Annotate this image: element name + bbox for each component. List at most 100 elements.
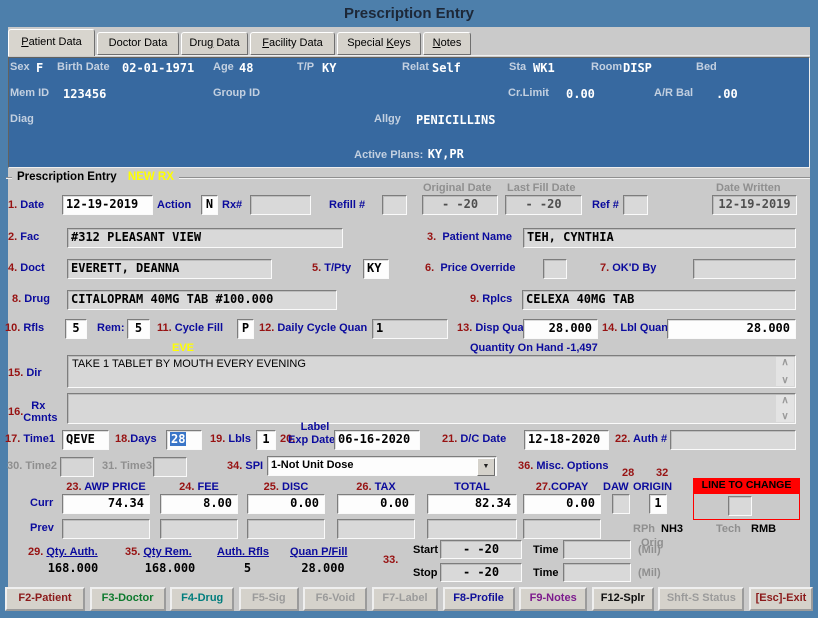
curr-fee-field[interactable]: 8.00 bbox=[160, 494, 238, 514]
group-id-label: Group ID bbox=[213, 87, 261, 99]
label-text: Daily Cycle Quan bbox=[277, 322, 368, 334]
age-value: 48 bbox=[239, 61, 254, 75]
start-date-field[interactable]: - -20 bbox=[440, 540, 522, 559]
stop-time-field[interactable] bbox=[563, 563, 631, 582]
label-text: COPAY bbox=[551, 481, 589, 493]
f8-profile-button[interactable]: F8-Profile bbox=[442, 587, 515, 611]
field-number: 34. bbox=[227, 460, 243, 472]
labels-count-field[interactable]: 1 bbox=[256, 430, 276, 450]
field-number: 2. bbox=[8, 231, 18, 243]
cycle-fill-field[interactable]: P bbox=[237, 319, 254, 339]
sex-value: F bbox=[36, 61, 44, 75]
sta-label: Sta bbox=[509, 61, 527, 73]
quan-pfill-label: Quan P/Fill bbox=[290, 546, 347, 558]
spi-dropdown[interactable]: 1-Not Unit Dose ▼ bbox=[267, 456, 497, 476]
label-exp-date-line1: Label bbox=[300, 421, 330, 433]
window-title: Prescription Entry bbox=[343, 5, 475, 22]
tab-patient-data[interactable]: Patient Data bbox=[8, 29, 95, 56]
label-text: Time2 bbox=[25, 460, 57, 472]
okd-by-field[interactable] bbox=[693, 259, 796, 279]
tab-facility-data[interactable]: Facility Data bbox=[250, 32, 335, 55]
start-time-field[interactable] bbox=[563, 540, 631, 559]
f2-patient-button[interactable]: F2-Patient bbox=[5, 587, 85, 611]
price-override-field[interactable] bbox=[543, 259, 567, 279]
tech-value: RMB bbox=[751, 523, 777, 535]
birth-date-value: 02-01-1971 bbox=[122, 61, 195, 75]
replaces-field[interactable]: CELEXA 40MG TAB bbox=[522, 290, 796, 310]
groupbox-label: Prescription Entry NEW RX bbox=[12, 171, 179, 183]
directions-textarea[interactable]: TAKE 1 TABLET BY MOUTH EVERY EVENING ∧ ∨ bbox=[67, 355, 796, 388]
tab-drug-data[interactable]: Drug Data bbox=[181, 32, 248, 55]
stop-date-field[interactable]: - -20 bbox=[440, 563, 522, 582]
prev-awp-field bbox=[62, 519, 150, 539]
label-text: Price Override bbox=[440, 262, 516, 274]
disp-quan-field[interactable]: 28.000 bbox=[523, 319, 598, 339]
label-text: Doct bbox=[20, 262, 45, 274]
curr-total-field[interactable]: 82.34 bbox=[427, 494, 517, 514]
daw-header: DAW bbox=[603, 481, 629, 493]
f12-splr-button[interactable]: F12-Splr bbox=[591, 587, 654, 611]
action-field[interactable]: N bbox=[201, 195, 218, 215]
ref-number-field[interactable] bbox=[623, 195, 648, 215]
f6-void-button: F6-Void bbox=[303, 587, 368, 611]
esc-exit-button[interactable]: [Esc]-Exit bbox=[748, 587, 813, 611]
days-field[interactable]: 28 bbox=[166, 430, 202, 450]
auth-number-field[interactable] bbox=[670, 430, 796, 450]
origin-field[interactable]: 1 bbox=[649, 494, 667, 514]
tab-doctor-data[interactable]: Doctor Data bbox=[97, 32, 179, 55]
field-22-auth-label: 22. Auth # bbox=[615, 433, 667, 445]
tab-label-post: otes bbox=[440, 37, 462, 49]
field-number: 27. bbox=[535, 481, 551, 493]
field-number: 22. bbox=[615, 433, 631, 445]
time1-field[interactable]: QEVE bbox=[62, 430, 109, 450]
f9-notes-button[interactable]: F9-Notes bbox=[519, 587, 588, 611]
scroll-down-icon[interactable]: ∨ bbox=[781, 411, 788, 422]
curr-tax-field[interactable]: 0.00 bbox=[337, 494, 415, 514]
drug-field[interactable]: CITALOPRAM 40MG TAB #100.000 bbox=[67, 290, 337, 310]
curr-disc-field[interactable]: 0.00 bbox=[247, 494, 325, 514]
curr-copay-field[interactable]: 0.00 bbox=[523, 494, 601, 514]
scroll-up-icon[interactable]: ∧ bbox=[781, 357, 788, 368]
rem-field[interactable]: 5 bbox=[127, 319, 150, 339]
auth-rfls-label: Auth. Rfls bbox=[217, 546, 269, 558]
field-number: 13. bbox=[457, 322, 473, 334]
field-2-fac-label: 2. Fac bbox=[8, 231, 39, 243]
label-exp-date-field[interactable]: 06-16-2020 bbox=[334, 430, 420, 450]
field-8-drug-label: 8. Drug bbox=[12, 293, 50, 305]
scroll-down-icon[interactable]: ∨ bbox=[781, 375, 788, 386]
rx-comments-textarea[interactable]: ∧ ∨ bbox=[67, 393, 796, 424]
tab-label-mnemonic: P bbox=[21, 36, 29, 48]
scroll-up-icon[interactable]: ∧ bbox=[781, 395, 788, 406]
dc-date-field[interactable]: 12-18-2020 bbox=[524, 430, 609, 450]
line-to-change-field[interactable] bbox=[728, 496, 752, 516]
refill-number-field[interactable] bbox=[382, 195, 407, 215]
allergy-value: PENICILLINS bbox=[416, 113, 496, 127]
stop-mil-label: (Mil) bbox=[638, 567, 661, 579]
ar-bal-label: A/R Bal bbox=[654, 87, 694, 99]
action-label: Action bbox=[157, 199, 192, 211]
date-field[interactable]: 12-19-2019 bbox=[62, 195, 153, 215]
refills-field[interactable]: 5 bbox=[65, 319, 87, 339]
label-text: Misc. Options bbox=[536, 460, 609, 472]
prev-disc-field bbox=[247, 519, 325, 539]
tab-notes[interactable]: Notes bbox=[423, 32, 471, 55]
field-number: 32 bbox=[656, 467, 669, 479]
refill-number-label: Refill # bbox=[329, 199, 366, 211]
dropdown-arrow-icon[interactable]: ▼ bbox=[477, 458, 495, 476]
patient-name-field[interactable]: TEH, CYNTHIA bbox=[523, 228, 796, 248]
facility-field[interactable]: #312 PLEASANT VIEW bbox=[67, 228, 343, 248]
directions-scrollbar[interactable]: ∧ ∨ bbox=[776, 357, 794, 386]
daily-cycle-quan-field[interactable]: 1 bbox=[372, 319, 448, 339]
daw-field[interactable] bbox=[612, 494, 630, 514]
f4-drug-button[interactable]: F4-Drug bbox=[170, 587, 235, 611]
curr-awp-field[interactable]: 74.34 bbox=[62, 494, 150, 514]
f3-doctor-button[interactable]: F3-Doctor bbox=[89, 587, 166, 611]
lbl-quan-field[interactable]: 28.000 bbox=[667, 319, 796, 339]
tpty-field[interactable]: KY bbox=[363, 259, 389, 279]
rx-comments-scrollbar[interactable]: ∧ ∨ bbox=[776, 395, 794, 422]
stop-time-label: Time bbox=[533, 567, 559, 579]
rx-number-field[interactable] bbox=[250, 195, 311, 215]
tp-label: T/P bbox=[297, 61, 315, 73]
doctor-field[interactable]: EVERETT, DEANNA bbox=[67, 259, 272, 279]
tab-special-keys[interactable]: Special Keys bbox=[337, 32, 421, 55]
